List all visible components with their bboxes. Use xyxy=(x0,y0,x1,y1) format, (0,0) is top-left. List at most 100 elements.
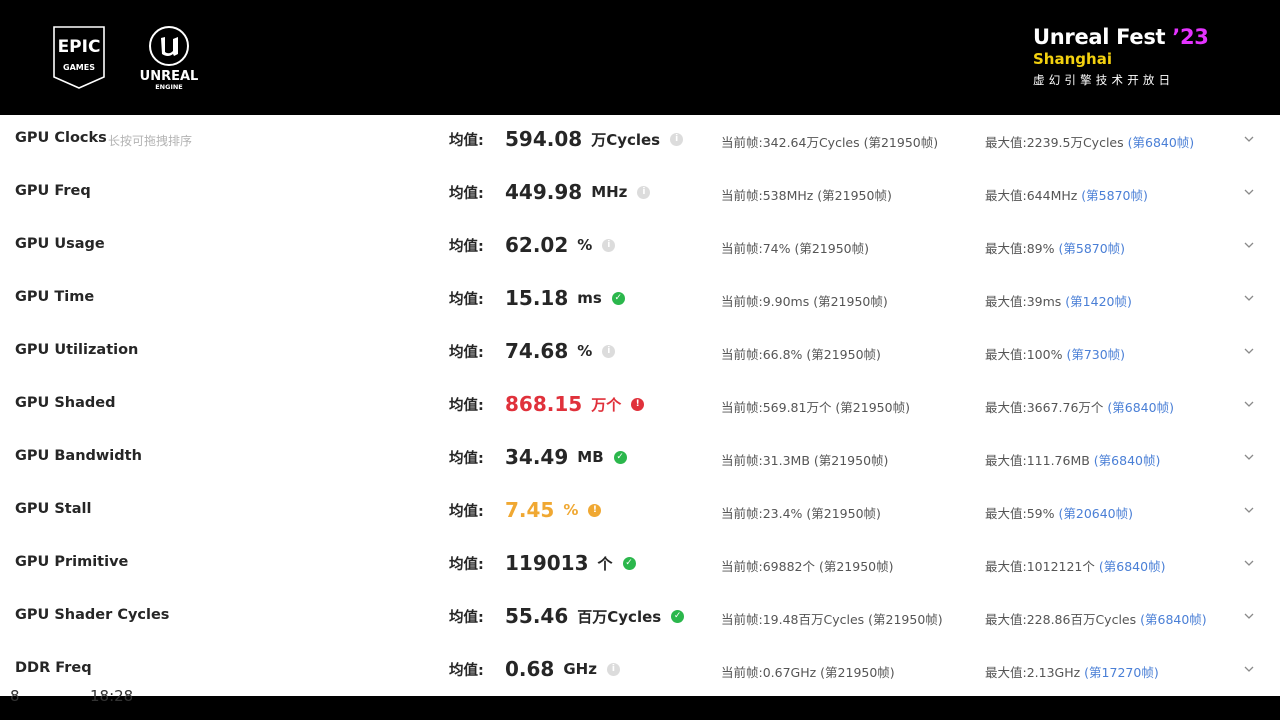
average-label: 均值: xyxy=(449,344,484,361)
max-label: 最大值: xyxy=(985,135,1027,150)
current-value: 9.90ms (第21950帧) xyxy=(762,294,888,309)
average-label: 均值: xyxy=(449,132,484,149)
max-frame-link[interactable]: (第6840帧) xyxy=(1094,453,1161,468)
average-group: 均值: 62.02% i xyxy=(449,229,616,261)
chevron-down-icon[interactable] xyxy=(1243,399,1255,409)
info-icon[interactable]: i xyxy=(670,132,684,146)
chevron-down-icon[interactable] xyxy=(1243,187,1255,197)
max-frame-link[interactable]: (第6840帧) xyxy=(1107,400,1174,415)
average-value: 55.46 xyxy=(505,604,569,628)
max-frame-link[interactable]: (第5870帧) xyxy=(1081,188,1148,203)
metric-name: GPU Usage xyxy=(15,236,105,252)
average-value: 7.45 xyxy=(505,498,555,522)
max-label: 最大值: xyxy=(985,347,1027,362)
max-value: 2239.5万Cycles xyxy=(1026,135,1128,150)
max-label: 最大值: xyxy=(985,665,1027,680)
max-value-group: 最大值:59% (第20640帧) xyxy=(985,503,1133,522)
current-label: 当前帧: xyxy=(721,347,763,362)
bottom-time-text: 18:28 xyxy=(90,687,134,705)
chevron-down-icon[interactable] xyxy=(1243,240,1255,250)
max-value: 644MHz xyxy=(1026,188,1082,203)
max-label: 最大值: xyxy=(985,241,1027,256)
chevron-down-icon[interactable] xyxy=(1243,293,1255,303)
chevron-down-icon[interactable] xyxy=(1243,346,1255,356)
check-circle-icon: ✓ xyxy=(611,291,625,305)
chevron-down-icon[interactable] xyxy=(1243,558,1255,568)
chevron-down-icon[interactable] xyxy=(1243,134,1255,144)
chevron-down-icon[interactable] xyxy=(1243,452,1255,462)
current-label: 当前帧: xyxy=(721,241,763,256)
current-label: 当前帧: xyxy=(721,612,763,627)
max-frame-link[interactable]: (第1420帧) xyxy=(1065,294,1132,309)
average-group: 均值: 34.49 MB ✓ xyxy=(449,441,627,473)
metric-row[interactable]: GPU Shaded 均值: 868.15 万个! 当前帧:569.81万个 (第219… xyxy=(0,380,1280,433)
check-circle-icon: ✓ xyxy=(613,450,627,464)
metric-row[interactable]: GPU Shader Cycles 均值: 55.46 百万Cycles ✓ 当前帧:19… xyxy=(0,592,1280,645)
max-value-group: 最大值:644MHz (第5870帧) xyxy=(985,185,1148,204)
check-circle-icon: ✓ xyxy=(622,556,636,570)
max-frame-link[interactable]: (第6840帧) xyxy=(1140,612,1207,627)
max-frame-link[interactable]: (第6840帧) xyxy=(1128,135,1195,150)
current-value: 569.81万个 (第21950帧) xyxy=(762,400,910,415)
max-value-group: 最大值:2.13GHz (第17270帧) xyxy=(985,662,1159,681)
average-group: 均值: 449.98 MHz i xyxy=(449,176,651,208)
metric-row[interactable]: DDR Freq 均值: 0.68 GHz i 当前帧:0.67GHz (第21950帧)… xyxy=(0,645,1280,696)
max-label: 最大值: xyxy=(985,506,1027,521)
average-group: 均值: 55.46 百万Cycles ✓ xyxy=(449,600,685,632)
current-frame: 当前帧:0.67GHz (第21950帧) xyxy=(721,662,895,681)
epic-logo-subtext: GAMES xyxy=(63,63,95,72)
average-unit: 万个 xyxy=(591,395,622,414)
max-value: 1012121个 xyxy=(1026,559,1099,574)
unreal-logo-subtext: ENGINE xyxy=(155,83,183,91)
metric-row[interactable]: GPU Freq 均值: 449.98 MHz i 当前帧:538MHz (第21950帧… xyxy=(0,168,1280,221)
average-unit: 万Cycles xyxy=(591,130,661,149)
max-value-group: 最大值:228.86百万Cycles (第6840帧) xyxy=(985,609,1207,628)
metric-row[interactable]: GPU Usage 均值: 62.02% i 当前帧:74% (第21950帧) 最大值:… xyxy=(0,221,1280,274)
current-frame: 当前帧:342.64万Cycles (第21950帧) xyxy=(721,132,938,151)
average-group: 均值: 0.68 GHz i xyxy=(449,653,620,685)
unreal-engine-logo: UNREAL ENGINE xyxy=(140,26,198,91)
metric-name: GPU Time xyxy=(15,289,95,305)
metric-row[interactable]: GPU Bandwidth 均值: 34.49 MB ✓ 当前帧:31.3MB (第219… xyxy=(0,433,1280,486)
max-frame-link[interactable]: (第17270帧) xyxy=(1084,665,1159,680)
metric-row[interactable]: GPU Primitive 均值: 119013 个 ✓ 当前帧:69882个 (第219… xyxy=(0,539,1280,592)
max-label: 最大值: xyxy=(985,453,1027,468)
average-unit: MHz xyxy=(591,183,628,201)
info-icon[interactable]: i xyxy=(602,238,616,252)
max-frame-link[interactable]: (第20640帧) xyxy=(1058,506,1133,521)
current-value: 538MHz (第21950帧) xyxy=(762,188,892,203)
average-label: 均值: xyxy=(449,291,484,308)
average-label: 均值: xyxy=(449,662,484,679)
metric-row[interactable]: GPU Clocks 长按可拖拽排序 均值: 594.08 万Cycles i 当前帧:34… xyxy=(0,115,1280,168)
metric-name: GPU Freq xyxy=(15,183,91,199)
average-unit: % xyxy=(577,342,593,360)
metric-name: GPU Clocks xyxy=(15,130,107,146)
current-frame: 当前帧:538MHz (第21950帧) xyxy=(721,185,892,204)
current-label: 当前帧: xyxy=(721,400,763,415)
chevron-down-icon[interactable] xyxy=(1243,611,1255,621)
metric-name: GPU Primitive xyxy=(15,554,129,570)
fest-title: Unreal Fest ’23 xyxy=(1033,25,1209,49)
metrics-panel: GPU Clocks 长按可拖拽排序 均值: 594.08 万Cycles i 当前帧:34… xyxy=(0,115,1280,696)
bottom-strip: 8 18:28 xyxy=(0,687,1280,720)
metric-row[interactable]: GPU Stall 均值: 7.45%! 当前帧:23.4% (第21950帧) 最大值… xyxy=(0,486,1280,539)
max-label: 最大值: xyxy=(985,612,1027,627)
info-icon[interactable]: i xyxy=(637,185,651,199)
chevron-down-icon[interactable] xyxy=(1243,664,1255,674)
max-frame-link[interactable]: (第6840帧) xyxy=(1099,559,1166,574)
max-value-group: 最大值:111.76MB (第6840帧) xyxy=(985,450,1160,469)
max-frame-link[interactable]: (第5870帧) xyxy=(1058,241,1125,256)
chevron-down-icon[interactable] xyxy=(1243,505,1255,515)
max-frame-link[interactable]: (第730帧) xyxy=(1066,347,1125,362)
average-value: 74.68 xyxy=(505,339,569,363)
info-icon[interactable]: i xyxy=(606,662,620,676)
metric-row[interactable]: GPU Time 均值: 15.18 ms ✓ 当前帧:9.90ms (第21950帧) 最… xyxy=(0,274,1280,327)
max-value-group: 最大值:1012121个 (第6840帧) xyxy=(985,556,1165,575)
metric-name: GPU Shader Cycles xyxy=(15,607,170,623)
max-value-group: 最大值:3667.76万个 (第6840帧) xyxy=(985,397,1174,416)
info-icon[interactable]: i xyxy=(602,344,616,358)
metric-row[interactable]: GPU Utilization 均值: 74.68% i 当前帧:66.8% (第219… xyxy=(0,327,1280,380)
current-value: 69882个 (第21950帧) xyxy=(762,559,894,574)
max-value: 3667.76万个 xyxy=(1026,400,1108,415)
average-unit: GHz xyxy=(563,660,597,678)
